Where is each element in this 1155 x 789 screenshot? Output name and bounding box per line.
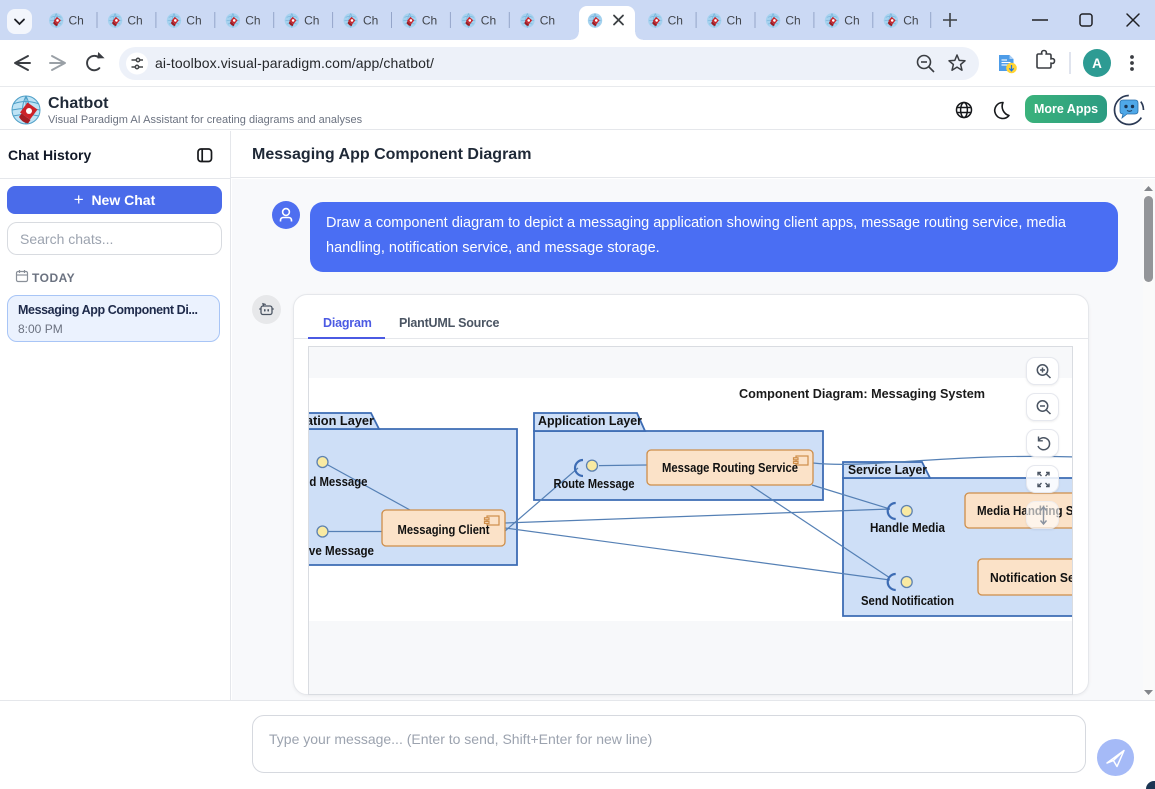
- svg-text:Route Message: Route Message: [554, 477, 635, 491]
- svg-text:Handle Media: Handle Media: [870, 521, 946, 535]
- svg-text:Message Routing Service: Message Routing Service: [662, 460, 798, 475]
- svg-text:Ch: Ch: [363, 14, 378, 28]
- svg-text:Receive Message: Receive Message: [309, 544, 374, 558]
- svg-text:Ch: Ch: [903, 14, 918, 28]
- svg-text:Send Notification: Send Notification: [861, 594, 954, 608]
- svg-text:Messaging Client: Messaging Client: [398, 522, 491, 537]
- svg-text:Send Message: Send Message: [309, 475, 368, 489]
- svg-text:Ch: Ch: [727, 14, 742, 28]
- svg-text:Ch: Ch: [668, 14, 683, 28]
- svg-text:Component Diagram: Messaging S: Component Diagram: Messaging System: [739, 386, 985, 401]
- svg-text:Ch: Ch: [304, 14, 319, 28]
- svg-text:Ch: Ch: [127, 14, 142, 28]
- svg-text:Ch: Ch: [844, 14, 859, 28]
- svg-text:A: A: [1092, 56, 1102, 71]
- svg-text:Application Layer: Application Layer: [538, 413, 642, 428]
- svg-text:Ch: Ch: [785, 14, 800, 28]
- svg-text:Notification Service: Notification Service: [990, 570, 1073, 585]
- svg-text:Presentation Layer: Presentation Layer: [309, 413, 374, 428]
- svg-text:Ch: Ch: [245, 14, 260, 28]
- svg-text:Ch: Ch: [69, 14, 84, 28]
- svg-text:Ch: Ch: [540, 14, 555, 28]
- svg-text:Ch: Ch: [422, 14, 437, 28]
- svg-text:Ch: Ch: [481, 14, 496, 28]
- svg-text:Ch: Ch: [186, 14, 201, 28]
